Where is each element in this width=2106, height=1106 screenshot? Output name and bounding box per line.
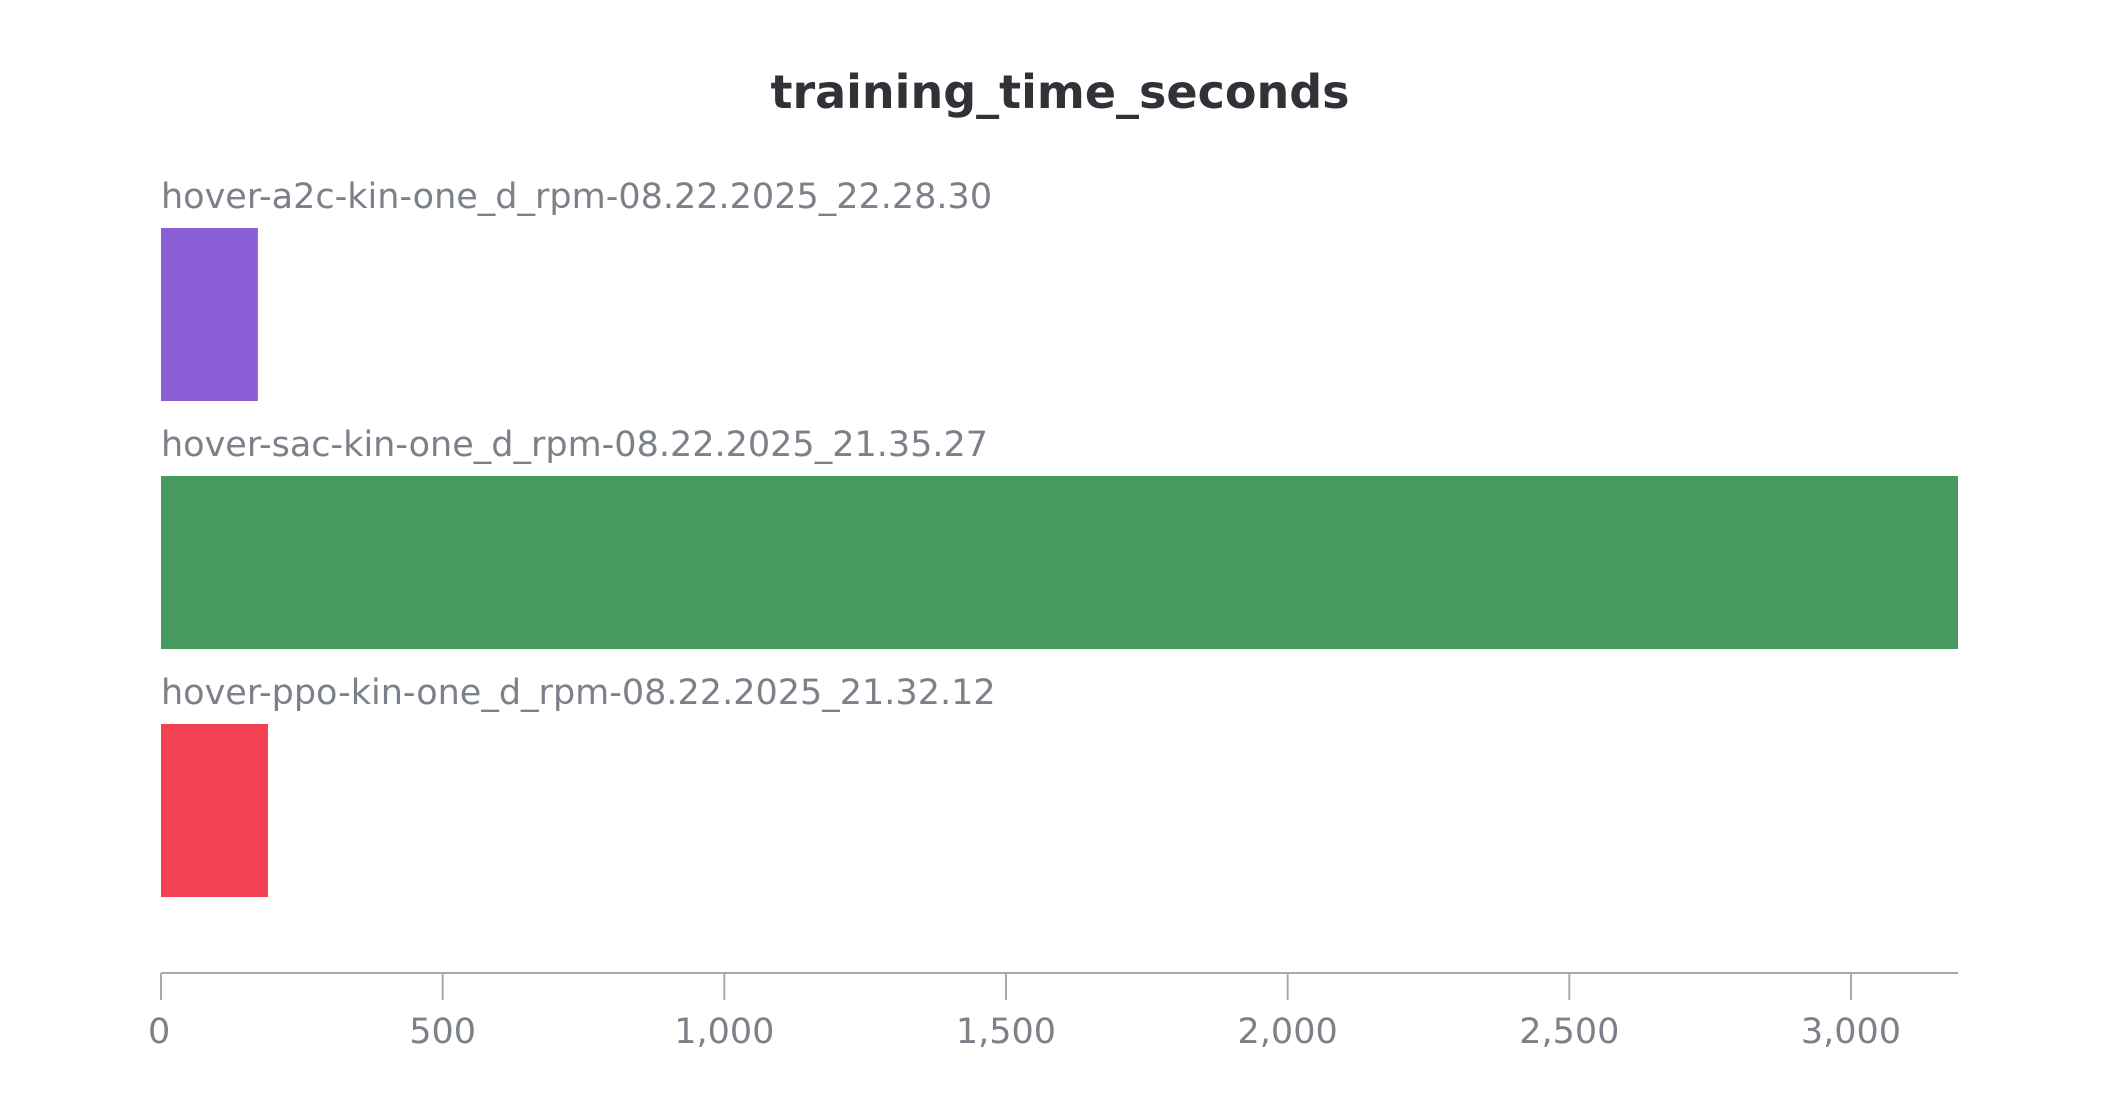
bar[interactable] xyxy=(161,476,1958,649)
x-tick-label: 3,000 xyxy=(1801,1012,1901,1052)
x-tick-label: 500 xyxy=(409,1012,476,1052)
x-tick-label: 1,000 xyxy=(674,1012,774,1052)
chart-title: training_time_seconds xyxy=(770,65,1349,119)
bar[interactable] xyxy=(161,724,269,897)
bar[interactable] xyxy=(161,228,258,401)
x-tick-label: 0 xyxy=(148,1012,170,1052)
bars-layer: hover-a2c-kin-one_d_rpm-08.22.2025_22.28… xyxy=(161,177,1958,897)
x-tick-label: 2,500 xyxy=(1519,1012,1619,1052)
x-axis: 0 500 1,000 1,500 2,000 2,500 3,000 xyxy=(148,972,1958,1052)
bar-label: hover-ppo-kin-one_d_rpm-08.22.2025_21.32… xyxy=(161,673,996,713)
bar-label: hover-a2c-kin-one_d_rpm-08.22.2025_22.28… xyxy=(161,177,992,217)
bar-label: hover-sac-kin-one_d_rpm-08.22.2025_21.35… xyxy=(161,425,988,465)
x-tick-label: 1,500 xyxy=(956,1012,1056,1052)
bar-chart: training_time_seconds hover-a2c-kin-one_… xyxy=(148,65,1958,1052)
x-tick-label: 2,000 xyxy=(1238,1012,1338,1052)
